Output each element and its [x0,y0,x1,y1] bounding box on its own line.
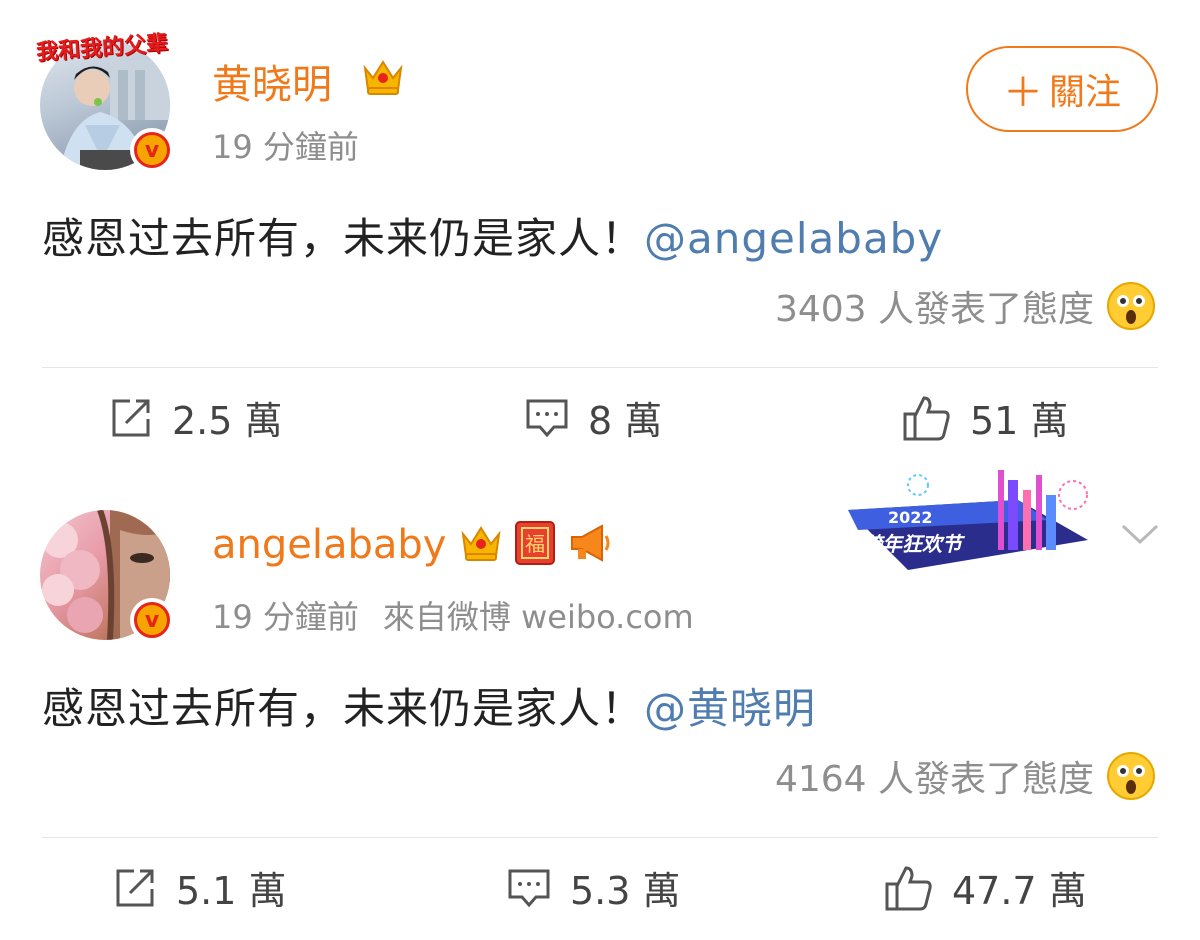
action-bar: 2.5 萬 8 萬 51 萬 [0,390,1200,450]
like-button[interactable]: 51 萬 [902,390,1068,445]
username[interactable]: 黄晓明 [212,52,332,110]
badge-row: 福 [458,520,612,566]
svg-text:福: 福 [525,532,545,556]
reactions-text: 3403 人發表了態度 [774,289,1094,330]
crown-icon[interactable] [360,54,406,100]
comment-icon [526,399,568,437]
fu-icon[interactable]: 福 [512,520,558,566]
surprised-emoji-icon [1107,282,1155,330]
new-year-banner[interactable]: 2022 跨年狂欢节 [848,470,1098,570]
comment-button[interactable]: 5.3 萬 [506,860,681,915]
action-bar: 5.1 萬 5.3 萬 47.7 萬 [0,860,1200,920]
comment-icon [508,869,550,907]
comment-count: 8 萬 [588,399,663,443]
badge-row [360,54,406,100]
reactions-summary[interactable]: 3403 人發表了態度 [775,280,1156,332]
post-source: 來自微博 weibo.com [382,598,694,636]
verified-badge: v [130,598,174,642]
post-time: 19 分鐘前 [212,598,359,636]
thumbs-up-icon [903,395,950,440]
plus-icon: ＋ [1002,70,1043,116]
repost-count: 5.1 萬 [176,869,287,913]
megaphone-icon[interactable] [566,520,612,566]
repost-count: 2.5 萬 [172,399,283,443]
like-count: 51 萬 [970,399,1069,443]
post-card: v angelababy 福 19 分鐘前 來自微博 weibo.com 2022… [0,470,1200,940]
repost-button[interactable]: 2.5 萬 [108,390,283,445]
repost-button[interactable]: 5.1 萬 [112,860,287,915]
like-count: 47.7 萬 [952,869,1087,913]
comment-button[interactable]: 8 萬 [524,390,662,445]
reactions-text: 4164 人發表了態度 [774,759,1094,800]
follow-label: 關注 [1048,72,1121,113]
username[interactable]: angelababy [212,522,446,568]
post-meta: 19 分鐘前 來自微博 weibo.com [212,592,694,638]
like-button[interactable]: 47.7 萬 [884,860,1087,915]
chevron-down-icon[interactable] [1120,518,1160,548]
verified-v-icon: v [134,602,170,638]
repost-icon [116,869,154,906]
follow-button[interactable]: ＋ 關注 [966,46,1158,132]
banner-title: 跨年狂欢节 [862,532,962,556]
post-text: 感恩过去所有，未来仍是家人！ [42,684,645,733]
mention-link[interactable]: @angelababy [644,214,943,263]
thumbs-up-icon [885,865,932,910]
crown-icon[interactable] [458,520,504,566]
mention-link[interactable]: @黄晓明 [644,684,816,733]
post-text: 感恩过去所有，未来仍是家人！ [42,214,645,263]
reactions-summary[interactable]: 4164 人發表了態度 [775,750,1156,802]
post-meta: 19 分鐘前 [212,122,359,168]
post-content: 感恩过去所有，未来仍是家人！@黄晓明 [42,675,816,736]
post-card: 我和我的父辈 v 黄晓明 19 分鐘前 ＋ 關注 感恩过去所有，未来仍是家人！@… [0,0,1200,470]
surprised-emoji-icon [1107,752,1155,800]
post-time: 19 分鐘前 [212,128,359,166]
post-content: 感恩过去所有，未来仍是家人！@angelababy [42,205,943,266]
repost-icon [112,399,150,436]
divider [42,367,1158,368]
comment-count: 5.3 萬 [570,869,681,913]
divider [42,837,1158,838]
banner-year: 2022 [888,508,933,527]
verified-badge: v [130,128,174,172]
verified-v-icon: v [134,132,170,168]
